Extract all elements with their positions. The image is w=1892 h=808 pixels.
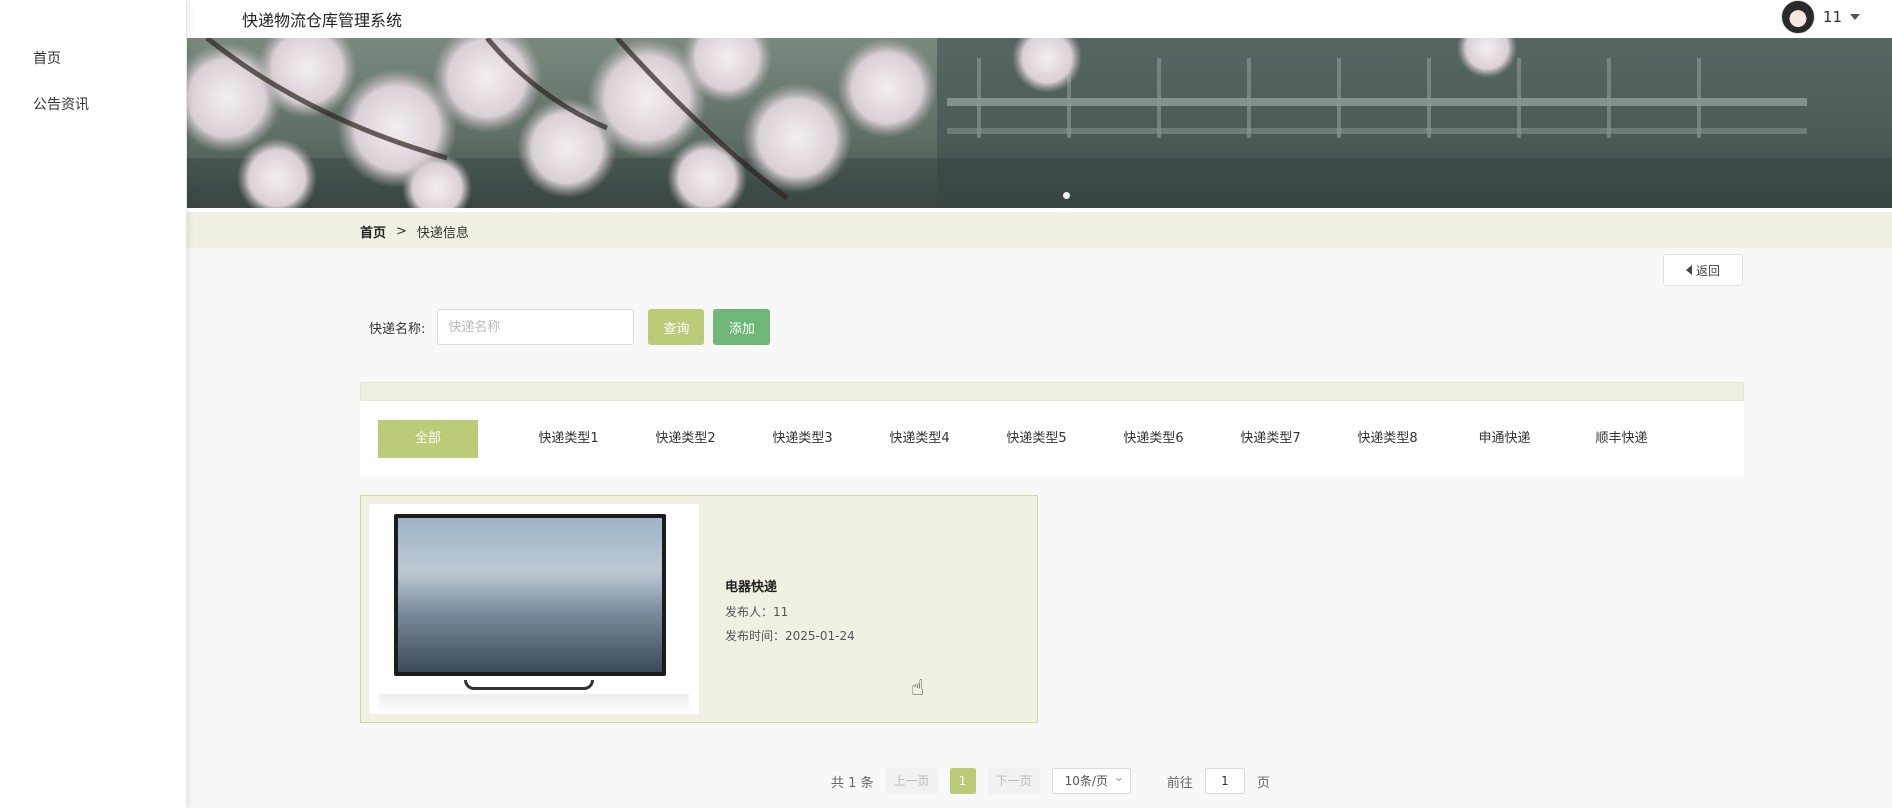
pagination: 共 1 条 上一页 1 下一页 10条/页 前往 页 xyxy=(831,765,1270,794)
card-info: 电器快递 发布人：11 发布时间：2025-01-24 xyxy=(707,496,855,722)
pagination-total: 共 1 条 xyxy=(831,775,874,791)
tab-type-3[interactable]: 快递类型3 xyxy=(744,420,861,458)
sidebar: 首页 公告资讯 xyxy=(0,0,187,808)
banner-image xyxy=(187,38,1892,208)
breadcrumb-separator: > xyxy=(396,224,407,239)
tv-stand xyxy=(464,680,594,690)
app-title: 快递物流仓库管理系统 xyxy=(242,11,403,30)
carousel-indicator[interactable] xyxy=(1063,192,1070,199)
tab-type-8[interactable]: 快递类型8 xyxy=(1329,420,1446,458)
tab-sto-express[interactable]: 申通快递 xyxy=(1446,420,1563,458)
card-image[interactable] xyxy=(369,504,699,714)
back-button[interactable]: 返回 xyxy=(1663,254,1743,286)
user-menu[interactable]: 11 xyxy=(1780,0,1860,34)
card-publish-time: 发布时间：2025-01-24 xyxy=(725,629,855,643)
category-tabs: 全部 快递类型1 快递类型2 快递类型3 快递类型4 快递类型5 快递类型6 快… xyxy=(360,401,1744,477)
breadcrumb: 首页 > 快递信息 xyxy=(360,222,469,241)
category-header-strip xyxy=(360,382,1744,401)
tab-type-7[interactable]: 快递类型7 xyxy=(1212,420,1329,458)
search-form: 快递名称: 查询 添加 xyxy=(369,309,771,345)
query-button[interactable]: 查询 xyxy=(648,309,705,345)
search-label: 快递名称: xyxy=(369,321,426,337)
goto-prefix: 前往 xyxy=(1166,775,1193,791)
add-button[interactable]: 添加 xyxy=(713,309,771,345)
search-input[interactable] xyxy=(437,309,635,345)
avatar[interactable] xyxy=(1780,0,1815,34)
tab-sf-express[interactable]: 顺丰快递 xyxy=(1563,420,1680,458)
page-size-select[interactable]: 10条/页 xyxy=(1051,765,1131,794)
caret-left-icon xyxy=(1685,265,1692,275)
back-label: 返回 xyxy=(1695,263,1720,278)
tv-floor xyxy=(379,694,689,714)
card-title[interactable]: 电器快递 xyxy=(725,576,855,595)
tv-screen xyxy=(394,514,666,676)
express-card[interactable]: 电器快递 发布人：11 发布时间：2025-01-24 ☝ xyxy=(360,495,1038,723)
chevron-down-icon[interactable] xyxy=(1850,14,1860,20)
tab-type-2[interactable]: 快递类型2 xyxy=(627,420,744,458)
breadcrumb-current: 快递信息 xyxy=(416,226,469,241)
app-root: 首页 公告资讯 快递物流仓库管理系统 11 首页 > 快递信息 返回 快递名称:… xyxy=(0,0,1892,808)
breadcrumb-bar: 首页 > 快递信息 xyxy=(187,212,1892,248)
breadcrumb-home[interactable]: 首页 xyxy=(360,222,386,241)
next-page-button[interactable]: 下一页 xyxy=(987,768,1040,794)
main-content: 返回 快递名称: 查询 添加 全部 快递类型1 快递类型2 快递类型3 快递类型… xyxy=(187,248,1892,808)
sidebar-item-announcements[interactable]: 公告资讯 xyxy=(0,82,186,128)
user-name[interactable]: 11 xyxy=(1823,8,1842,26)
tab-type-5[interactable]: 快递类型5 xyxy=(978,420,1095,458)
tab-type-1[interactable]: 快递类型1 xyxy=(510,420,627,458)
tab-all[interactable]: 全部 xyxy=(378,420,478,458)
goto-page-input[interactable] xyxy=(1204,768,1245,794)
top-header: 快递物流仓库管理系统 11 xyxy=(187,0,1892,38)
page-number-current[interactable]: 1 xyxy=(949,768,976,794)
hand-pointer-icon: ☝ xyxy=(911,676,925,701)
tab-type-6[interactable]: 快递类型6 xyxy=(1095,420,1212,458)
sidebar-item-home[interactable]: 首页 xyxy=(0,36,186,82)
goto-suffix: 页 xyxy=(1256,775,1270,791)
tab-type-4[interactable]: 快递类型4 xyxy=(861,420,978,458)
prev-page-button[interactable]: 上一页 xyxy=(885,768,938,794)
banner-carousel[interactable] xyxy=(187,38,1892,208)
card-publisher: 发布人：11 xyxy=(725,605,789,619)
